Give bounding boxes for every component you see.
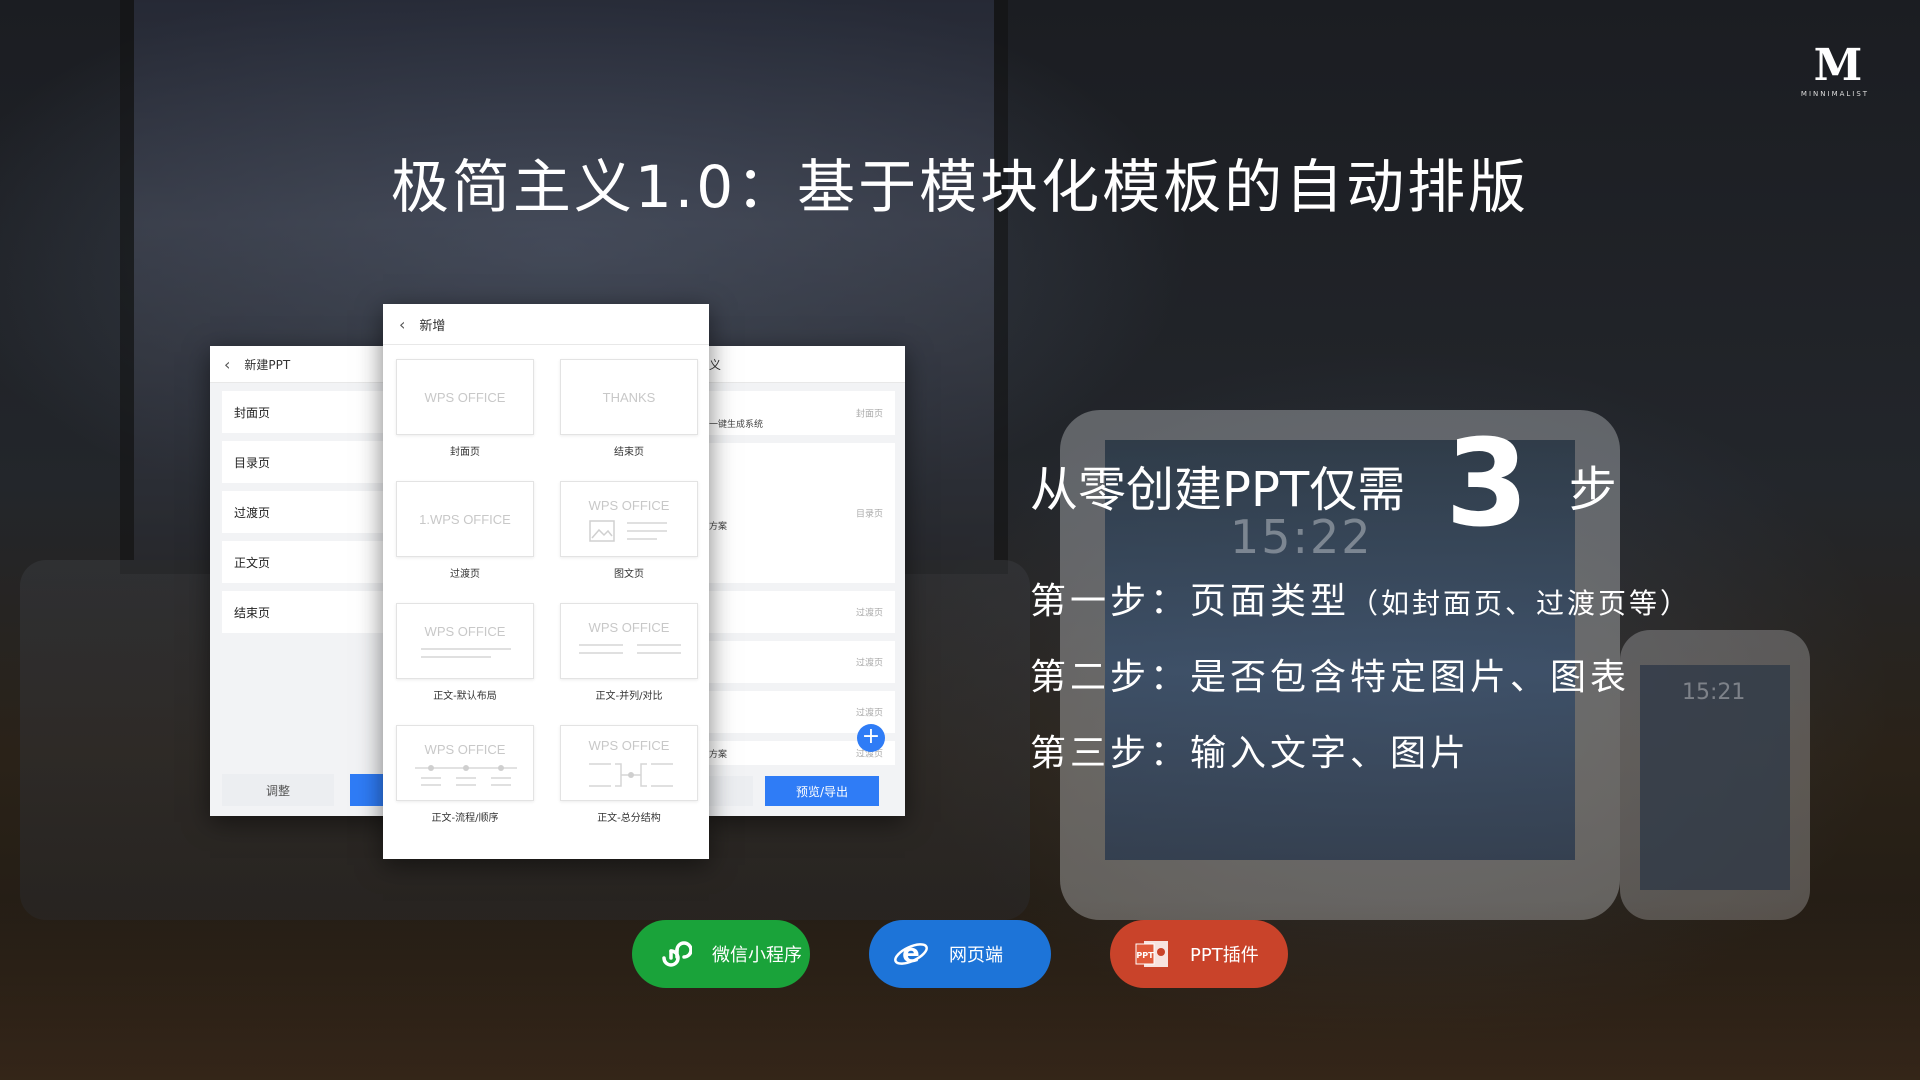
- logo-text: MINNIMALIST: [1800, 90, 1870, 98]
- text-line-placeholder: [637, 644, 681, 646]
- template-caption: 正文-默认布局: [433, 691, 497, 702]
- template-caption: 图文页: [614, 569, 644, 580]
- new-ppt-header: ‹ 新建PPT: [210, 346, 400, 383]
- template-thumbnail: WPS OFFICE: [396, 725, 534, 801]
- step-note: （如封面页、过渡页等）: [1350, 587, 1692, 620]
- step-text: 输入文字、图片: [1190, 733, 1471, 774]
- page-title: 极简主义1.0：基于模块化模板的自动排版: [390, 153, 1530, 221]
- brand-logo: M MINNIMALIST: [1800, 40, 1870, 99]
- template-tile[interactable]: WPS OFFICE 封面页: [396, 359, 534, 481]
- add-page-header: ‹ 新增: [383, 304, 709, 345]
- logo-mark: M: [1813, 40, 1863, 91]
- text-line-placeholder: [579, 644, 623, 646]
- page-type-item[interactable]: 过渡页: [222, 491, 392, 533]
- template-thumbnail: WPS OFFICE: [560, 603, 698, 679]
- template-tile[interactable]: THANKS 结束页: [560, 359, 698, 481]
- phone-clock: 15:21: [1682, 680, 1746, 705]
- step-three: 第三步：输入文字、图片: [1030, 724, 1470, 776]
- ie-browser-icon: e: [891, 934, 931, 974]
- page-type-item[interactable]: 目录页: [222, 441, 392, 483]
- template-tile[interactable]: WPS OFFICE 图文页: [560, 481, 698, 603]
- template-tile[interactable]: WPS OFFICE 正文-流程/顺序: [396, 725, 534, 847]
- step-label: 第一步：: [1030, 581, 1191, 622]
- steps-headline: 从零创建PPT仅需 3 步: [1030, 420, 1617, 550]
- platform-label: PPT插件: [1190, 945, 1259, 966]
- platform-label: 网页端: [949, 945, 1003, 966]
- back-arrow-icon[interactable]: ‹: [399, 315, 405, 334]
- new-ppt-screen: ‹ 新建PPT 封面页 目录页 过渡页 正文页 结束页 调整: [210, 346, 400, 816]
- template-tile[interactable]: WPS OFFICE 正文-默认布局: [396, 603, 534, 725]
- ppt-plugin-button[interactable]: PPT PPT插件: [1110, 920, 1288, 988]
- page-type-item[interactable]: 封面页: [222, 391, 392, 433]
- text-line-placeholder: [627, 538, 657, 540]
- template-caption: 封面页: [450, 447, 480, 458]
- adjust-button-partial[interactable]: [705, 776, 753, 806]
- template-tile[interactable]: WPS OFFICE 正文-总分结构: [560, 725, 698, 847]
- text-line-placeholder: [637, 652, 681, 654]
- text-line-placeholder: [627, 522, 667, 524]
- step-label: 第三步：: [1030, 733, 1191, 774]
- template-caption: 正文-并列/对比: [595, 691, 663, 702]
- image-placeholder-icon: [589, 520, 615, 542]
- template-tile[interactable]: 1.WPS OFFICE 过渡页: [396, 481, 534, 603]
- page-list-screen: 义 一键生成系统 封面页 方案 目录页 过渡页 过渡页 过渡页 方案 过渡页 +…: [705, 346, 905, 816]
- template-thumbnail: WPS OFFICE: [560, 725, 698, 801]
- template-thumbnail: WPS OFFICE: [560, 481, 698, 557]
- flow-diagram-icon: [415, 765, 517, 786]
- template-thumbnail: WPS OFFICE: [396, 603, 534, 679]
- web-client-button[interactable]: e 网页端: [869, 920, 1051, 988]
- new-ppt-title: 新建PPT: [244, 357, 291, 372]
- tree-structure-icon: [589, 763, 673, 787]
- svg-text:e: e: [902, 939, 920, 969]
- template-thumbnail: WPS OFFICE: [396, 359, 534, 435]
- adjust-button[interactable]: 调整: [222, 774, 334, 806]
- template-thumbnail: THANKS: [560, 359, 698, 435]
- add-page-title: 新增: [419, 318, 446, 334]
- template-caption: 正文-总分结构: [597, 813, 661, 824]
- step-text: 页面类型: [1190, 581, 1351, 622]
- headline-number: 3: [1445, 415, 1529, 554]
- back-arrow-icon[interactable]: ‹: [224, 355, 230, 374]
- step-two: 第二步：是否包含特定图片、图表: [1030, 648, 1630, 700]
- headline-prefix: 从零创建PPT仅需: [1030, 462, 1406, 518]
- page-list-header: 义: [705, 346, 905, 383]
- page-type-item[interactable]: 结束页: [222, 591, 392, 633]
- step-one: 第一步：页面类型（如封面页、过渡页等）: [1030, 572, 1691, 624]
- template-caption: 结束页: [614, 447, 644, 458]
- step-label: 第二步：: [1030, 657, 1191, 698]
- template-tile[interactable]: WPS OFFICE 正文-并列/对比: [560, 603, 698, 725]
- template-grid: WPS OFFICE 封面页 THANKS 结束页 1.WPS OFFICE 过…: [383, 345, 709, 847]
- preview-export-button[interactable]: 预览/导出: [765, 776, 879, 806]
- page-list-item[interactable]: 一键生成系统 封面页: [705, 391, 895, 435]
- platform-label: 微信小程序: [712, 945, 802, 966]
- text-line-placeholder: [421, 648, 511, 650]
- headline-suffix: 步: [1568, 462, 1617, 518]
- powerpoint-icon: PPT: [1132, 934, 1172, 974]
- template-caption: 正文-流程/顺序: [431, 813, 499, 824]
- page-type-item[interactable]: 正文页: [222, 541, 392, 583]
- page-list-item[interactable]: 方案 目录页: [705, 443, 895, 583]
- text-line-placeholder: [579, 652, 623, 654]
- template-caption: 过渡页: [450, 569, 480, 580]
- mini-program-icon: [654, 934, 694, 974]
- step-text: 是否包含特定图片、图表: [1190, 657, 1631, 698]
- text-line-placeholder: [421, 656, 491, 658]
- add-page-screen: ‹ 新增 WPS OFFICE 封面页 THANKS 结束页 1.WPS OFF…: [383, 304, 709, 859]
- wechat-mini-program-button[interactable]: 微信小程序: [632, 920, 810, 988]
- page-list-title-fragment: 义: [709, 357, 722, 372]
- template-thumbnail: 1.WPS OFFICE: [396, 481, 534, 557]
- add-page-button[interactable]: +: [857, 724, 885, 752]
- svg-text:PPT: PPT: [1136, 951, 1154, 960]
- page-list-item[interactable]: 过渡页: [705, 591, 895, 633]
- page-list-item[interactable]: 过渡页: [705, 641, 895, 683]
- text-line-placeholder: [627, 530, 667, 532]
